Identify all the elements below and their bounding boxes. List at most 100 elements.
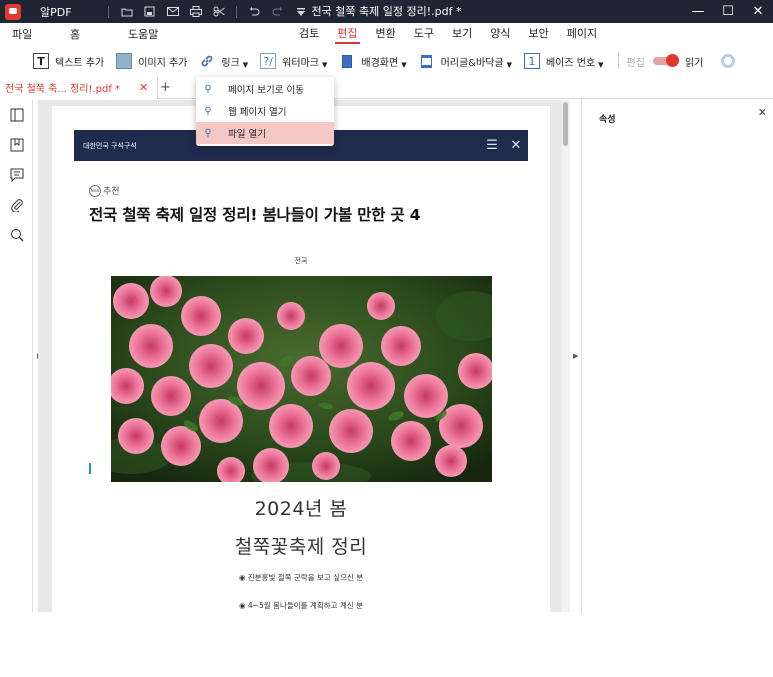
- properties-panel: 속성 ✕: [581, 100, 773, 612]
- link-file-icon: ⚲: [204, 127, 212, 139]
- article-headline: 전국 철쭉 축제 일정 정리! 봄나들이 가볼 만한 곳 4: [89, 206, 421, 224]
- undo-icon[interactable]: [243, 0, 266, 23]
- menu-item-label: 페이지 보기로 이동: [228, 85, 304, 96]
- ribbon-tabs: 검토 편집 변환 도구 보기 양식 보안 페이지: [290, 23, 606, 45]
- add-image-button[interactable]: 이미지 추가: [116, 53, 187, 69]
- dropdown-icon[interactable]: [289, 0, 312, 23]
- edit-mode-label: 편집: [626, 57, 645, 69]
- mail-icon[interactable]: [161, 0, 184, 23]
- menu-item-go-to-page[interactable]: ⚲ 페이지 보기로 이동: [196, 78, 334, 100]
- bullet-item: ◉ 4~5월 봄나들이를 계획하고 계신 분: [239, 601, 363, 610]
- minimize-icon[interactable]: —: [683, 0, 713, 23]
- scrollbar-thumb[interactable]: [563, 102, 568, 146]
- menu-item-label: 파일 열기: [228, 129, 266, 140]
- link-icon: [199, 53, 215, 69]
- menu-icon: ☰: [486, 138, 498, 153]
- scissors-icon[interactable]: [207, 0, 230, 23]
- thumbnails-icon[interactable]: [0, 100, 33, 130]
- link-page-icon: ⚲: [204, 83, 212, 95]
- document-tab[interactable]: 전국 철쭉 축... 정리!.pdf * ✕: [0, 76, 158, 99]
- edit-read-toggle[interactable]: 편집 읽기: [626, 54, 704, 69]
- folder-icon[interactable]: [115, 0, 138, 23]
- watermark-icon: ?/: [260, 53, 277, 69]
- chevron-down-icon: ▼: [401, 61, 407, 69]
- region-label: 전국: [294, 257, 308, 265]
- tab-review[interactable]: 검토: [290, 23, 328, 45]
- vertical-scrollbar[interactable]: [562, 100, 570, 612]
- chevron-down-icon: ▼: [598, 61, 604, 69]
- toggle-knob: [665, 54, 679, 67]
- watermark-button[interactable]: ?/ 워터마크 ▼: [260, 53, 327, 69]
- close-tab-icon[interactable]: ✕: [139, 81, 153, 94]
- menu-item-label: 웹 페이지 열기: [228, 107, 287, 118]
- bates-number-label: 베이즈 번호: [545, 57, 596, 69]
- read-mode-label: 읽기: [684, 57, 704, 69]
- big-heading-line2: 철쭉꽃축제 정리: [234, 536, 368, 558]
- chevron-down-icon: ▼: [506, 61, 512, 69]
- comment-icon[interactable]: [0, 160, 33, 190]
- big-heading-line1: 2024년 봄: [254, 498, 348, 520]
- menu-file[interactable]: 파일: [12, 26, 58, 42]
- menu-item-open-web-page[interactable]: ⚲ 웹 페이지 열기: [196, 100, 334, 122]
- tab-convert[interactable]: 변환: [367, 23, 405, 45]
- title-bar: 알PDF 전국 철쭉 축제 일정 정리!.pdf * — ☐ ✕: [0, 0, 773, 23]
- save-icon[interactable]: [138, 0, 161, 23]
- document-tab-label: 전국 철쭉 축... 정리!.pdf *: [5, 84, 121, 95]
- chevron-down-icon: ▼: [321, 61, 328, 69]
- left-sidebar: [0, 100, 33, 677]
- tab-security[interactable]: 보안: [520, 23, 558, 45]
- toggle-switch[interactable]: [652, 54, 679, 67]
- tab-form[interactable]: 양식: [481, 23, 519, 45]
- divider: [108, 5, 109, 18]
- tab-view[interactable]: 보기: [443, 23, 481, 45]
- background-button[interactable]: 배경화면 ▼: [339, 53, 407, 69]
- tab-tools[interactable]: 도구: [405, 23, 443, 45]
- menu-bar: 파일 홈 도움말 검토 편집 변환 도구 보기 양식 보안 페이지: [0, 23, 773, 45]
- new-tab-icon[interactable]: +: [160, 80, 176, 95]
- category-row: New 추천: [89, 184, 120, 197]
- quick-access-toolbar: [102, 0, 312, 23]
- close-icon[interactable]: ✕: [743, 0, 773, 23]
- tab-page[interactable]: 페이지: [558, 23, 606, 45]
- header-footer-icon: [419, 53, 435, 69]
- add-image-label: 이미지 추가: [138, 57, 188, 69]
- link-button[interactable]: 링크 ▼: [199, 53, 248, 69]
- menu-help[interactable]: 도움말: [128, 26, 174, 42]
- link-web-icon: ⚲: [204, 105, 212, 117]
- bates-number-button[interactable]: 1 베이즈 번호 ▼: [523, 53, 604, 69]
- header-footer-label: 머리글&바닥글: [440, 57, 504, 69]
- link-dropdown-menu: ⚲ 페이지 보기로 이동 ⚲ 웹 페이지 열기 ⚲ 파일 열기: [196, 77, 334, 146]
- add-text-button[interactable]: T 텍스트 추가: [33, 53, 104, 69]
- redo-icon[interactable]: [266, 0, 289, 23]
- print-icon[interactable]: [184, 0, 207, 23]
- text-icon: T: [33, 53, 49, 69]
- document-tab-bar: 전국 철쭉 축... 정리!.pdf * ✕ +: [0, 76, 773, 99]
- bookmark-icon[interactable]: [0, 130, 33, 160]
- new-badge-icon: New: [89, 184, 101, 197]
- attachment-icon[interactable]: [0, 190, 33, 220]
- header-footer-button[interactable]: 머리글&바닥글 ▼: [419, 53, 512, 69]
- app-window: 알PDF 전국 철쭉 축제 일정 정리!.pdf * — ☐ ✕ 파일 홈 도움…: [0, 0, 773, 677]
- background-label: 배경화면: [361, 57, 399, 69]
- tab-edit[interactable]: 편집: [328, 23, 366, 45]
- status-area: [0, 612, 773, 677]
- menu-left: 파일 홈 도움말: [0, 26, 174, 42]
- azalea-photo: [111, 276, 492, 482]
- edit-toolbar: T 텍스트 추가 이미지 추가 링크 ▼ ?/ 워터마크 ▼ 배경화면 ▼ 머리…: [0, 45, 773, 77]
- document-viewer: 대한민국 구석구석 ☰ ✕ New 추천 전국 철쭉 축제 일정 정리! 봄나들…: [38, 100, 570, 612]
- bullet-item: ◉ 진분홍빛 철쭉 군락을 보고 싶으신 분: [238, 573, 364, 582]
- expand-right-panel-icon[interactable]: ▶: [573, 352, 578, 360]
- bates-number-icon: 1: [523, 53, 540, 69]
- settings-icon[interactable]: [721, 54, 736, 68]
- divider: [617, 53, 619, 69]
- menu-home[interactable]: 홈: [70, 26, 116, 42]
- menu-item-open-file[interactable]: ⚲ 파일 열기: [196, 122, 334, 144]
- app-logo: [5, 3, 21, 20]
- close-panel-icon[interactable]: ✕: [758, 106, 767, 119]
- image-icon: [116, 53, 133, 69]
- add-text-label: 텍스트 추가: [55, 57, 105, 69]
- close-icon: ✕: [510, 138, 522, 153]
- maximize-icon[interactable]: ☐: [713, 0, 743, 23]
- search-icon[interactable]: [0, 220, 33, 250]
- divider: [236, 5, 237, 18]
